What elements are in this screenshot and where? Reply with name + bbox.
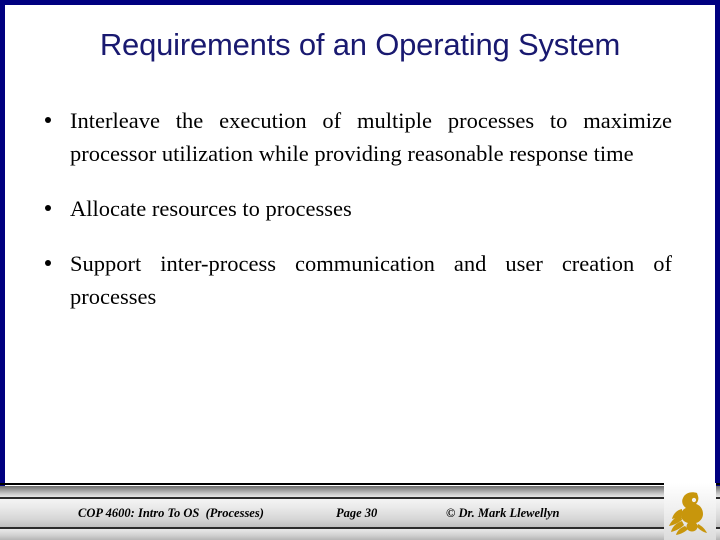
bullet-dot-icon xyxy=(45,117,51,123)
slide-border-top xyxy=(0,0,720,5)
slide-title: Requirements of an Operating System xyxy=(99,27,621,62)
bullet-item: Allocate resources to processes xyxy=(36,192,672,225)
footer-gradient-band-lower xyxy=(0,529,720,540)
slide-border-right xyxy=(715,0,720,495)
slide-body: Interleave the execution of multiple pro… xyxy=(36,104,672,313)
slide-border-left xyxy=(0,0,5,495)
footer-course-label: COP 4600: Intro To OS (Processes) xyxy=(78,506,264,520)
bullet-item-text: Allocate resources to processes xyxy=(70,196,352,221)
bullet-dot-icon xyxy=(45,260,51,266)
footer-gradient-band-upper xyxy=(0,486,720,497)
bullet-dot-icon xyxy=(45,205,51,211)
ucf-pegasus-logo-icon xyxy=(669,492,707,535)
bullet-item-text: Interleave the execution of multiple pro… xyxy=(70,108,672,166)
slide-footer: COP 4600: Intro To OS (Processes) Page 3… xyxy=(0,483,720,540)
footer-copyright: © Dr. Mark Llewellyn xyxy=(446,506,560,520)
bullet-item-text: Support inter-process communication and … xyxy=(70,251,672,309)
bullet-item: Interleave the execution of multiple pro… xyxy=(36,104,672,170)
footer-page-number: Page 30 xyxy=(336,506,378,520)
presentation-slide: Requirements of an Operating System Inte… xyxy=(0,0,720,540)
bullet-item: Support inter-process communication and … xyxy=(36,247,672,313)
footer-rule-top xyxy=(0,483,720,485)
logo-panel xyxy=(664,483,716,540)
